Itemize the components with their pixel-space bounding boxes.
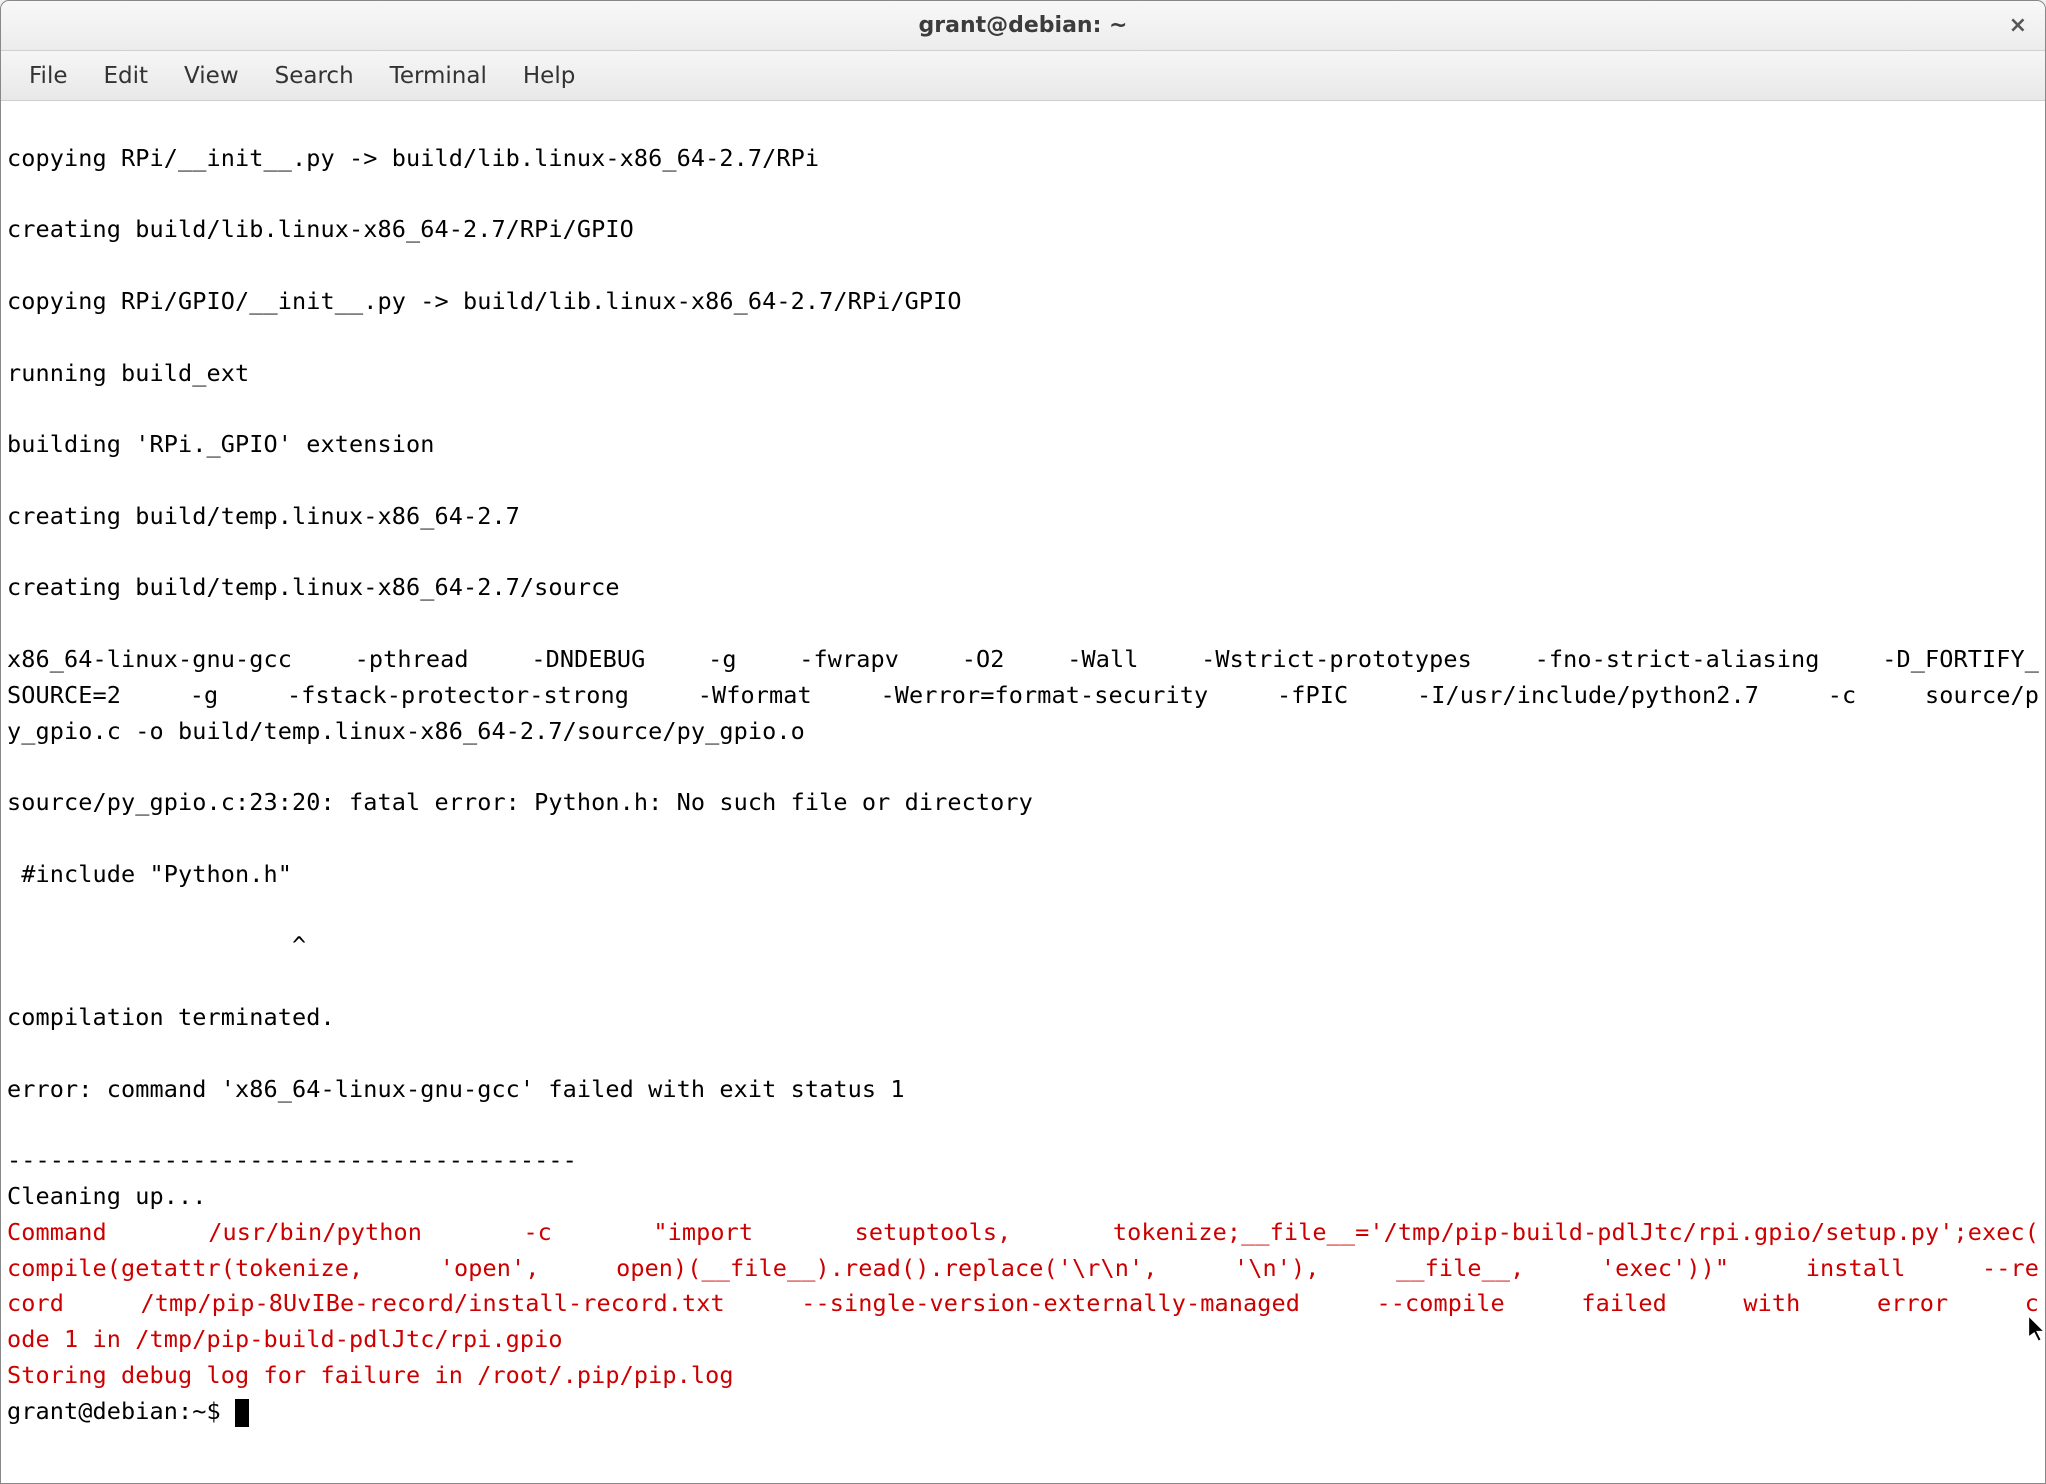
terminal-line: ^ bbox=[7, 931, 306, 959]
terminal-viewport[interactable]: copying RPi/__init__.py -> build/lib.lin… bbox=[1, 101, 2045, 1483]
menu-terminal[interactable]: Terminal bbox=[372, 57, 505, 95]
menu-file[interactable]: File bbox=[11, 57, 86, 95]
terminal-line: creating build/temp.linux-x86_64-2.7 bbox=[7, 502, 520, 530]
menubar: File Edit View Search Terminal Help bbox=[1, 51, 2045, 101]
terminal-line: x86_64-linux-gnu-gcc -pthread -DNDEBUG -… bbox=[7, 642, 2039, 678]
menu-view[interactable]: View bbox=[166, 57, 257, 95]
terminal-line: compilation terminated. bbox=[7, 1003, 335, 1031]
terminal-line: creating build/temp.linux-x86_64-2.7/sou… bbox=[7, 573, 620, 601]
terminal-line: building 'RPi._GPIO' extension bbox=[7, 430, 434, 458]
terminal-error-line: Storing debug log for failure in /root/.… bbox=[7, 1361, 734, 1389]
terminal-line: SOURCE=2 -g -fstack-protector-strong -Wf… bbox=[7, 678, 2039, 714]
terminal-error-line: Command /usr/bin/python -c "import setup… bbox=[7, 1215, 2039, 1251]
cursor-icon bbox=[235, 1399, 249, 1427]
terminal-line: copying RPi/GPIO/__init__.py -> build/li… bbox=[7, 287, 962, 315]
terminal-line: #include "Python.h" bbox=[7, 860, 292, 888]
close-icon[interactable]: × bbox=[2009, 15, 2027, 37]
terminal-line: y_gpio.c -o build/temp.linux-x86_64-2.7/… bbox=[7, 717, 805, 745]
menu-help[interactable]: Help bbox=[505, 57, 593, 95]
titlebar[interactable]: grant@debian: ~ × bbox=[1, 1, 2045, 51]
terminal-error-line: compile(getattr(tokenize, 'open', open)(… bbox=[7, 1251, 2039, 1287]
menu-edit[interactable]: Edit bbox=[86, 57, 167, 95]
terminal-line: Cleaning up... bbox=[7, 1182, 206, 1210]
terminal-line: ---------------------------------------- bbox=[7, 1146, 577, 1174]
terminal-line: creating build/lib.linux-x86_64-2.7/RPi/… bbox=[7, 215, 634, 243]
terminal-line: copying RPi/__init__.py -> build/lib.lin… bbox=[7, 144, 819, 172]
terminal-prompt: grant@debian:~$ bbox=[7, 1397, 235, 1425]
terminal-error-line: ode 1 in /tmp/pip-build-pdlJtc/rpi.gpio bbox=[7, 1325, 563, 1353]
window-title: grant@debian: ~ bbox=[919, 13, 1128, 38]
terminal-line: running build_ext bbox=[7, 359, 249, 387]
terminal-error-line: cord /tmp/pip-8UvIBe-record/install-reco… bbox=[7, 1286, 2039, 1322]
terminal-line: error: command 'x86_64-linux-gnu-gcc' fa… bbox=[7, 1075, 905, 1103]
menu-search[interactable]: Search bbox=[257, 57, 372, 95]
terminal-window: grant@debian: ~ × File Edit View Search … bbox=[0, 0, 2046, 1484]
terminal-line: source/py_gpio.c:23:20: fatal error: Pyt… bbox=[7, 788, 1033, 816]
